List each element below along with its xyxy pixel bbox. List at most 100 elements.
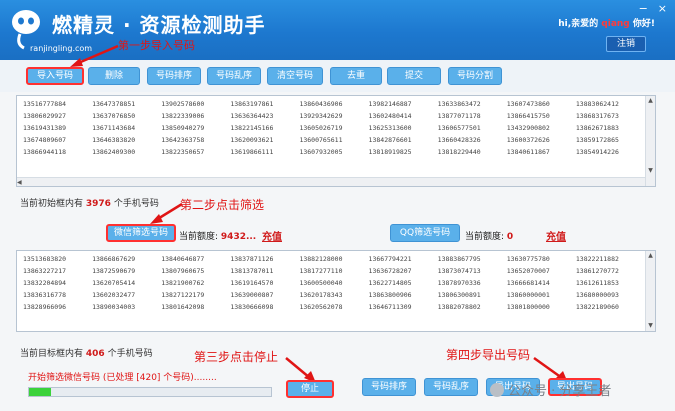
number-cell[interactable]: 13513683820 bbox=[17, 253, 86, 265]
table-row[interactable]: 13674809607 13646383820 13642363758 1362009… bbox=[17, 134, 639, 146]
dedupe-button[interactable]: 去重 bbox=[330, 67, 382, 85]
number-cell[interactable]: 13822211882 bbox=[570, 253, 639, 265]
number-cell[interactable]: 13822189060 bbox=[570, 301, 639, 313]
number-cell[interactable]: 13605026719 bbox=[293, 122, 362, 134]
number-cell[interactable]: 13822145166 bbox=[224, 122, 293, 134]
number-cell[interactable]: 13842876601 bbox=[363, 134, 432, 146]
number-cell[interactable]: 13882128000 bbox=[293, 253, 362, 265]
table-row[interactable]: 13619431389 13671143684 13850940279 1382214… bbox=[17, 122, 639, 134]
number-cell[interactable]: 13818919825 bbox=[363, 146, 432, 158]
number-cell[interactable]: 13620562078 bbox=[293, 301, 362, 313]
number-cell[interactable]: 13639000807 bbox=[224, 289, 293, 301]
bottom-shuffle-button[interactable]: 号码乱序 bbox=[424, 378, 478, 396]
source-horizontal-scrollbar[interactable]: ◀ bbox=[17, 177, 645, 186]
scroll-down-icon[interactable]: ▼ bbox=[646, 321, 655, 331]
table-row[interactable]: 13806029927 13637076850 13822339006 1363636… bbox=[17, 110, 639, 122]
number-cell[interactable]: 13606577501 bbox=[432, 122, 501, 134]
number-cell[interactable]: 13612611853 bbox=[570, 277, 639, 289]
number-cell[interactable]: 13646383820 bbox=[86, 134, 155, 146]
number-cell[interactable]: 13859172865 bbox=[570, 134, 639, 146]
number-cell[interactable]: 13836316778 bbox=[17, 289, 86, 301]
number-cell[interactable]: 13620705414 bbox=[86, 277, 155, 289]
number-cell[interactable]: 13600500040 bbox=[293, 277, 362, 289]
table-row[interactable]: 13828966096 13890034003 13801642098 1383066… bbox=[17, 301, 639, 313]
number-cell[interactable]: 13877071178 bbox=[432, 110, 501, 122]
number-cell[interactable]: 13902578600 bbox=[155, 98, 224, 110]
number-cell[interactable]: 13822350657 bbox=[155, 146, 224, 158]
number-cell[interactable]: 13854914226 bbox=[570, 146, 639, 158]
number-cell[interactable]: 13801800000 bbox=[501, 301, 570, 313]
number-cell[interactable]: 13878970336 bbox=[432, 277, 501, 289]
number-cell[interactable]: 13516777884 bbox=[17, 98, 86, 110]
table-row[interactable]: 13832204894 13620705414 13821900762 1361916… bbox=[17, 277, 639, 289]
number-cell[interactable]: 13860436906 bbox=[293, 98, 362, 110]
number-cell[interactable]: 13667794221 bbox=[363, 253, 432, 265]
number-cell[interactable]: 13840611867 bbox=[501, 146, 570, 158]
number-cell[interactable]: 13883867795 bbox=[432, 253, 501, 265]
number-cell[interactable]: 13929342629 bbox=[293, 110, 362, 122]
number-cell[interactable]: 13806300891 bbox=[432, 289, 501, 301]
number-cell[interactable]: 13633863472 bbox=[432, 98, 501, 110]
scroll-down-icon[interactable]: ▼ bbox=[646, 166, 655, 176]
number-cell[interactable]: 13636728207 bbox=[363, 265, 432, 277]
source-vertical-scrollbar[interactable]: ▲ ▼ bbox=[645, 96, 655, 186]
number-cell[interactable]: 13607473860 bbox=[501, 98, 570, 110]
number-cell[interactable]: 13622714805 bbox=[363, 277, 432, 289]
close-icon[interactable]: × bbox=[658, 2, 667, 15]
number-cell[interactable]: 13652070007 bbox=[501, 265, 570, 277]
number-cell[interactable]: 13806029927 bbox=[17, 110, 86, 122]
number-cell[interactable]: 13866415750 bbox=[501, 110, 570, 122]
qq-recharge-link[interactable]: 充值 bbox=[546, 228, 566, 243]
number-cell[interactable]: 13872590679 bbox=[86, 265, 155, 277]
table-row[interactable]: 13516777884 13647378851 13902578600 1386319… bbox=[17, 98, 639, 110]
wechat-recharge-link[interactable]: 充值 bbox=[262, 228, 282, 243]
number-cell[interactable]: 13830666098 bbox=[224, 301, 293, 313]
number-cell[interactable]: 13647378851 bbox=[86, 98, 155, 110]
number-cell[interactable]: 13882078802 bbox=[432, 301, 501, 313]
stop-button[interactable]: 停止 bbox=[286, 380, 334, 398]
number-cell[interactable]: 13636364423 bbox=[224, 110, 293, 122]
number-cell[interactable]: 13625313600 bbox=[363, 122, 432, 134]
number-cell[interactable]: 13827122179 bbox=[155, 289, 224, 301]
minimize-icon[interactable]: − bbox=[639, 2, 648, 15]
source-number-grid[interactable]: 13516777884 13647378851 13902578600 1386319… bbox=[16, 95, 656, 187]
table-row[interactable]: 13836316778 13602032477 13827122179 1363900… bbox=[17, 289, 639, 301]
number-cell[interactable]: 13821900762 bbox=[155, 277, 224, 289]
number-cell[interactable]: 13862671883 bbox=[570, 122, 639, 134]
number-cell[interactable]: 13840646877 bbox=[155, 253, 224, 265]
number-cell[interactable]: 13837871126 bbox=[224, 253, 293, 265]
number-cell[interactable]: 13832204894 bbox=[17, 277, 86, 289]
table-row[interactable]: 13866944118 13862409300 13822350657 1361986… bbox=[17, 146, 639, 158]
scroll-up-icon[interactable]: ▲ bbox=[646, 251, 655, 261]
scroll-up-icon[interactable]: ▲ bbox=[646, 96, 655, 106]
wechat-filter-button[interactable]: 微信筛选号码 bbox=[106, 224, 176, 242]
number-cell[interactable]: 13671143684 bbox=[86, 122, 155, 134]
number-cell[interactable]: 13868317673 bbox=[570, 110, 639, 122]
number-cell[interactable]: 13850940279 bbox=[155, 122, 224, 134]
number-cell[interactable]: 13890034003 bbox=[86, 301, 155, 313]
clear-numbers-button[interactable]: 清空号码 bbox=[267, 67, 323, 85]
number-cell[interactable]: 13607932005 bbox=[293, 146, 362, 158]
number-cell[interactable]: 13600765611 bbox=[293, 134, 362, 146]
number-cell[interactable]: 13637076850 bbox=[86, 110, 155, 122]
shuffle-numbers-button[interactable]: 号码乱序 bbox=[207, 67, 261, 85]
number-cell[interactable]: 13680000093 bbox=[570, 289, 639, 301]
number-cell[interactable]: 13863227217 bbox=[17, 265, 86, 277]
table-row[interactable]: 13513683820 13866867629 13840646877 1383787… bbox=[17, 253, 639, 265]
number-cell[interactable]: 13860000001 bbox=[501, 289, 570, 301]
number-cell[interactable]: 13666681414 bbox=[501, 277, 570, 289]
split-numbers-button[interactable]: 号码分割 bbox=[448, 67, 502, 85]
number-cell[interactable]: 13642363758 bbox=[155, 134, 224, 146]
number-cell[interactable]: 13817277110 bbox=[293, 265, 362, 277]
number-cell[interactable]: 13883062412 bbox=[570, 98, 639, 110]
scroll-left-icon[interactable]: ◀ bbox=[17, 179, 22, 186]
number-cell[interactable]: 13873074713 bbox=[432, 265, 501, 277]
number-cell[interactable]: 13822339006 bbox=[155, 110, 224, 122]
number-cell[interactable]: 13862409300 bbox=[86, 146, 155, 158]
number-cell[interactable]: 13619164570 bbox=[224, 277, 293, 289]
number-cell[interactable]: 13630775780 bbox=[501, 253, 570, 265]
table-row[interactable]: 13863227217 13872590679 13807960675 1381378… bbox=[17, 265, 639, 277]
number-cell[interactable]: 13600372626 bbox=[501, 134, 570, 146]
number-cell[interactable]: 13620093621 bbox=[224, 134, 293, 146]
number-cell[interactable]: 13813787011 bbox=[224, 265, 293, 277]
